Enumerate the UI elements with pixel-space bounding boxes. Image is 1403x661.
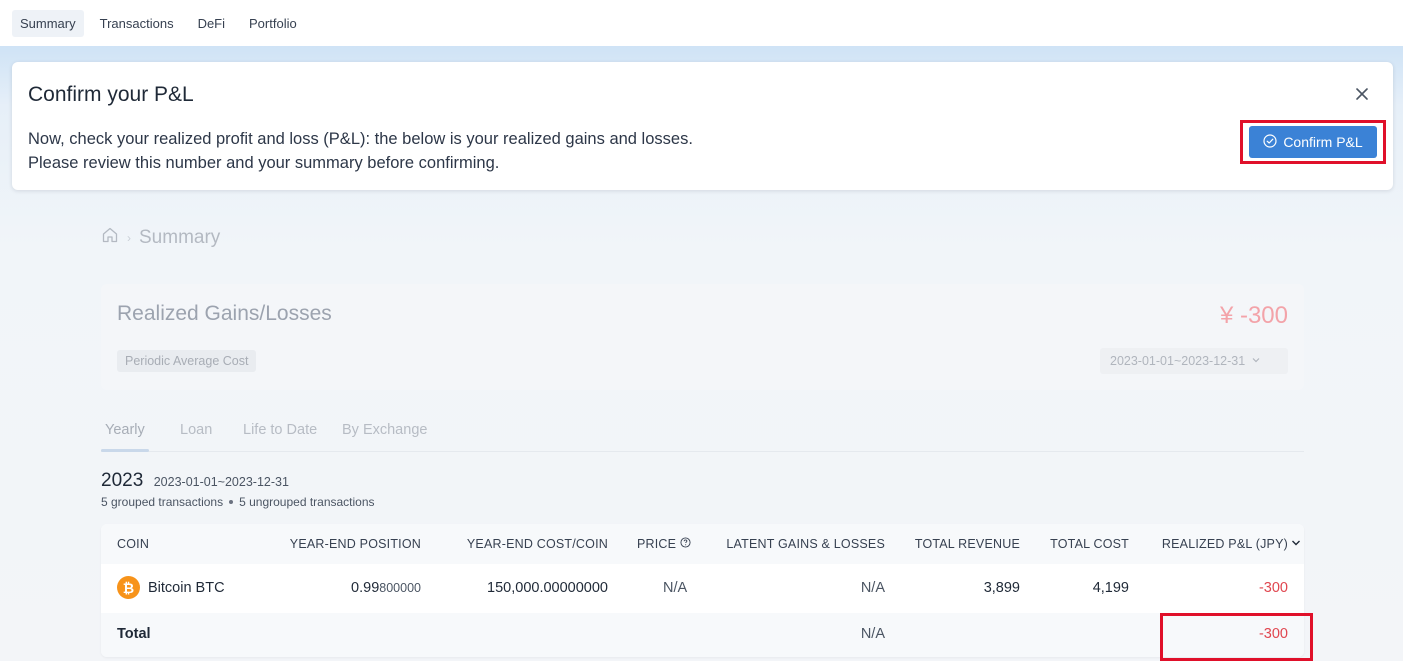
position-main: 0.99 — [351, 580, 380, 596]
price-value: N/A — [663, 580, 688, 596]
separator-dot — [229, 500, 234, 504]
breadcrumb: › Summary — [101, 226, 220, 249]
total-pnl-highlight — [1160, 613, 1313, 661]
breadcrumb-current: Summary — [139, 226, 221, 248]
header-coin: COIN — [117, 537, 150, 551]
total-cost-value: 4,199 — [1092, 580, 1129, 596]
tab-summary[interactable]: Summary — [12, 9, 84, 37]
confirm-pnl-label: Confirm P&L — [1283, 134, 1363, 150]
ungrouped-count: 5 ungrouped transactions — [239, 495, 375, 509]
realized-gains-card: Realized Gains/Losses ¥ -300 Periodic Av… — [101, 284, 1304, 390]
year-range: 2023-01-01~2023-12-31 — [153, 475, 289, 489]
summary-subtabs: Yearly Loan Life to Date By Exchange — [101, 420, 1304, 452]
total-label: Total — [117, 626, 151, 642]
header-realized-pnl[interactable]: REALIZED P&L (JPY) — [1162, 537, 1301, 551]
realized-pnl-value: -300 — [1258, 580, 1288, 596]
banner-title: Confirm your P&L — [28, 83, 194, 106]
confirm-pnl-button[interactable]: Confirm P&L — [1249, 126, 1377, 158]
latent-gains-value: N/A — [860, 580, 885, 596]
close-icon[interactable] — [1352, 84, 1372, 104]
year-header: 2023 2023-01-01~2023-12-31 5 grouped tra… — [101, 470, 375, 509]
year-end-cost-coin: 150,000.00000000 — [487, 580, 608, 596]
total-latent-value: N/A — [860, 626, 885, 642]
top-nav: Summary Transactions DeFi Portfolio — [0, 0, 1403, 46]
help-icon[interactable] — [680, 537, 691, 551]
tab-portfolio[interactable]: Portfolio — [241, 10, 305, 37]
subtab-life-to-date[interactable]: Life to Date — [243, 422, 317, 438]
subtab-loan[interactable]: Loan — [180, 422, 212, 438]
date-range-value: 2023-01-01~2023-12-31 — [1110, 354, 1246, 368]
table-total-row: Total N/A -300 — [101, 613, 1304, 657]
realized-gains-value: ¥ -300 — [1219, 302, 1288, 329]
active-tab-indicator — [101, 449, 149, 452]
total-revenue-value: 3,899 — [983, 580, 1020, 596]
transaction-counts: 5 grouped transactions 5 ungrouped trans… — [101, 495, 375, 509]
chevron-down-icon — [1251, 354, 1261, 368]
check-circle-icon — [1263, 133, 1277, 151]
subtab-by-exchange[interactable]: By Exchange — [342, 422, 427, 438]
header-price-label: PRICE — [637, 537, 677, 551]
chevron-down-icon — [1291, 537, 1301, 551]
table-row[interactable]: ₿ Bitcoin BTC 0.99800000 150,000.0000000… — [101, 564, 1304, 613]
coin-name: Bitcoin BTC — [148, 580, 225, 596]
home-icon[interactable] — [101, 226, 119, 249]
table-header: COIN YEAR-END POSITION YEAR-END COST/COI… — [101, 524, 1304, 564]
subtab-yearly[interactable]: Yearly — [105, 422, 145, 438]
header-year-end-position: YEAR-END POSITION — [289, 537, 421, 551]
bitcoin-icon: ₿ — [117, 576, 140, 599]
header-price: PRICE — [637, 537, 691, 551]
header-latent-gains: LATENT GAINS & LOSSES — [726, 537, 885, 551]
year-number: 2023 — [101, 470, 144, 491]
banner-line-1: Now, check your realized profit and loss… — [28, 130, 693, 148]
grouped-count: 5 grouped transactions — [101, 495, 224, 509]
tab-transactions[interactable]: Transactions — [92, 10, 182, 37]
banner-message: Now, check your realized profit and loss… — [28, 128, 693, 175]
header-total-cost: TOTAL COST — [1050, 537, 1129, 551]
year-end-position: 0.99800000 — [351, 580, 421, 596]
cost-method-badge: Periodic Average Cost — [117, 350, 257, 372]
header-realized-pnl-label: REALIZED P&L (JPY) — [1161, 537, 1288, 551]
position-rest: 800000 — [379, 581, 421, 595]
breadcrumb-separator-icon: › — [127, 230, 131, 245]
header-total-revenue: TOTAL REVENUE — [914, 537, 1020, 551]
confirm-button-highlight: Confirm P&L — [1240, 120, 1386, 164]
header-year-end-cost: YEAR-END COST/COIN — [466, 537, 608, 551]
realized-gains-title: Realized Gains/Losses — [117, 302, 332, 325]
pnl-table: COIN YEAR-END POSITION YEAR-END COST/COI… — [101, 524, 1304, 657]
tab-defi[interactable]: DeFi — [190, 10, 233, 37]
date-range-select[interactable]: 2023-01-01~2023-12-31 — [1100, 348, 1288, 374]
banner-line-2: Please review this number and your summa… — [28, 153, 500, 172]
confirm-pnl-banner: Confirm your P&L Now, check your realize… — [12, 62, 1393, 190]
